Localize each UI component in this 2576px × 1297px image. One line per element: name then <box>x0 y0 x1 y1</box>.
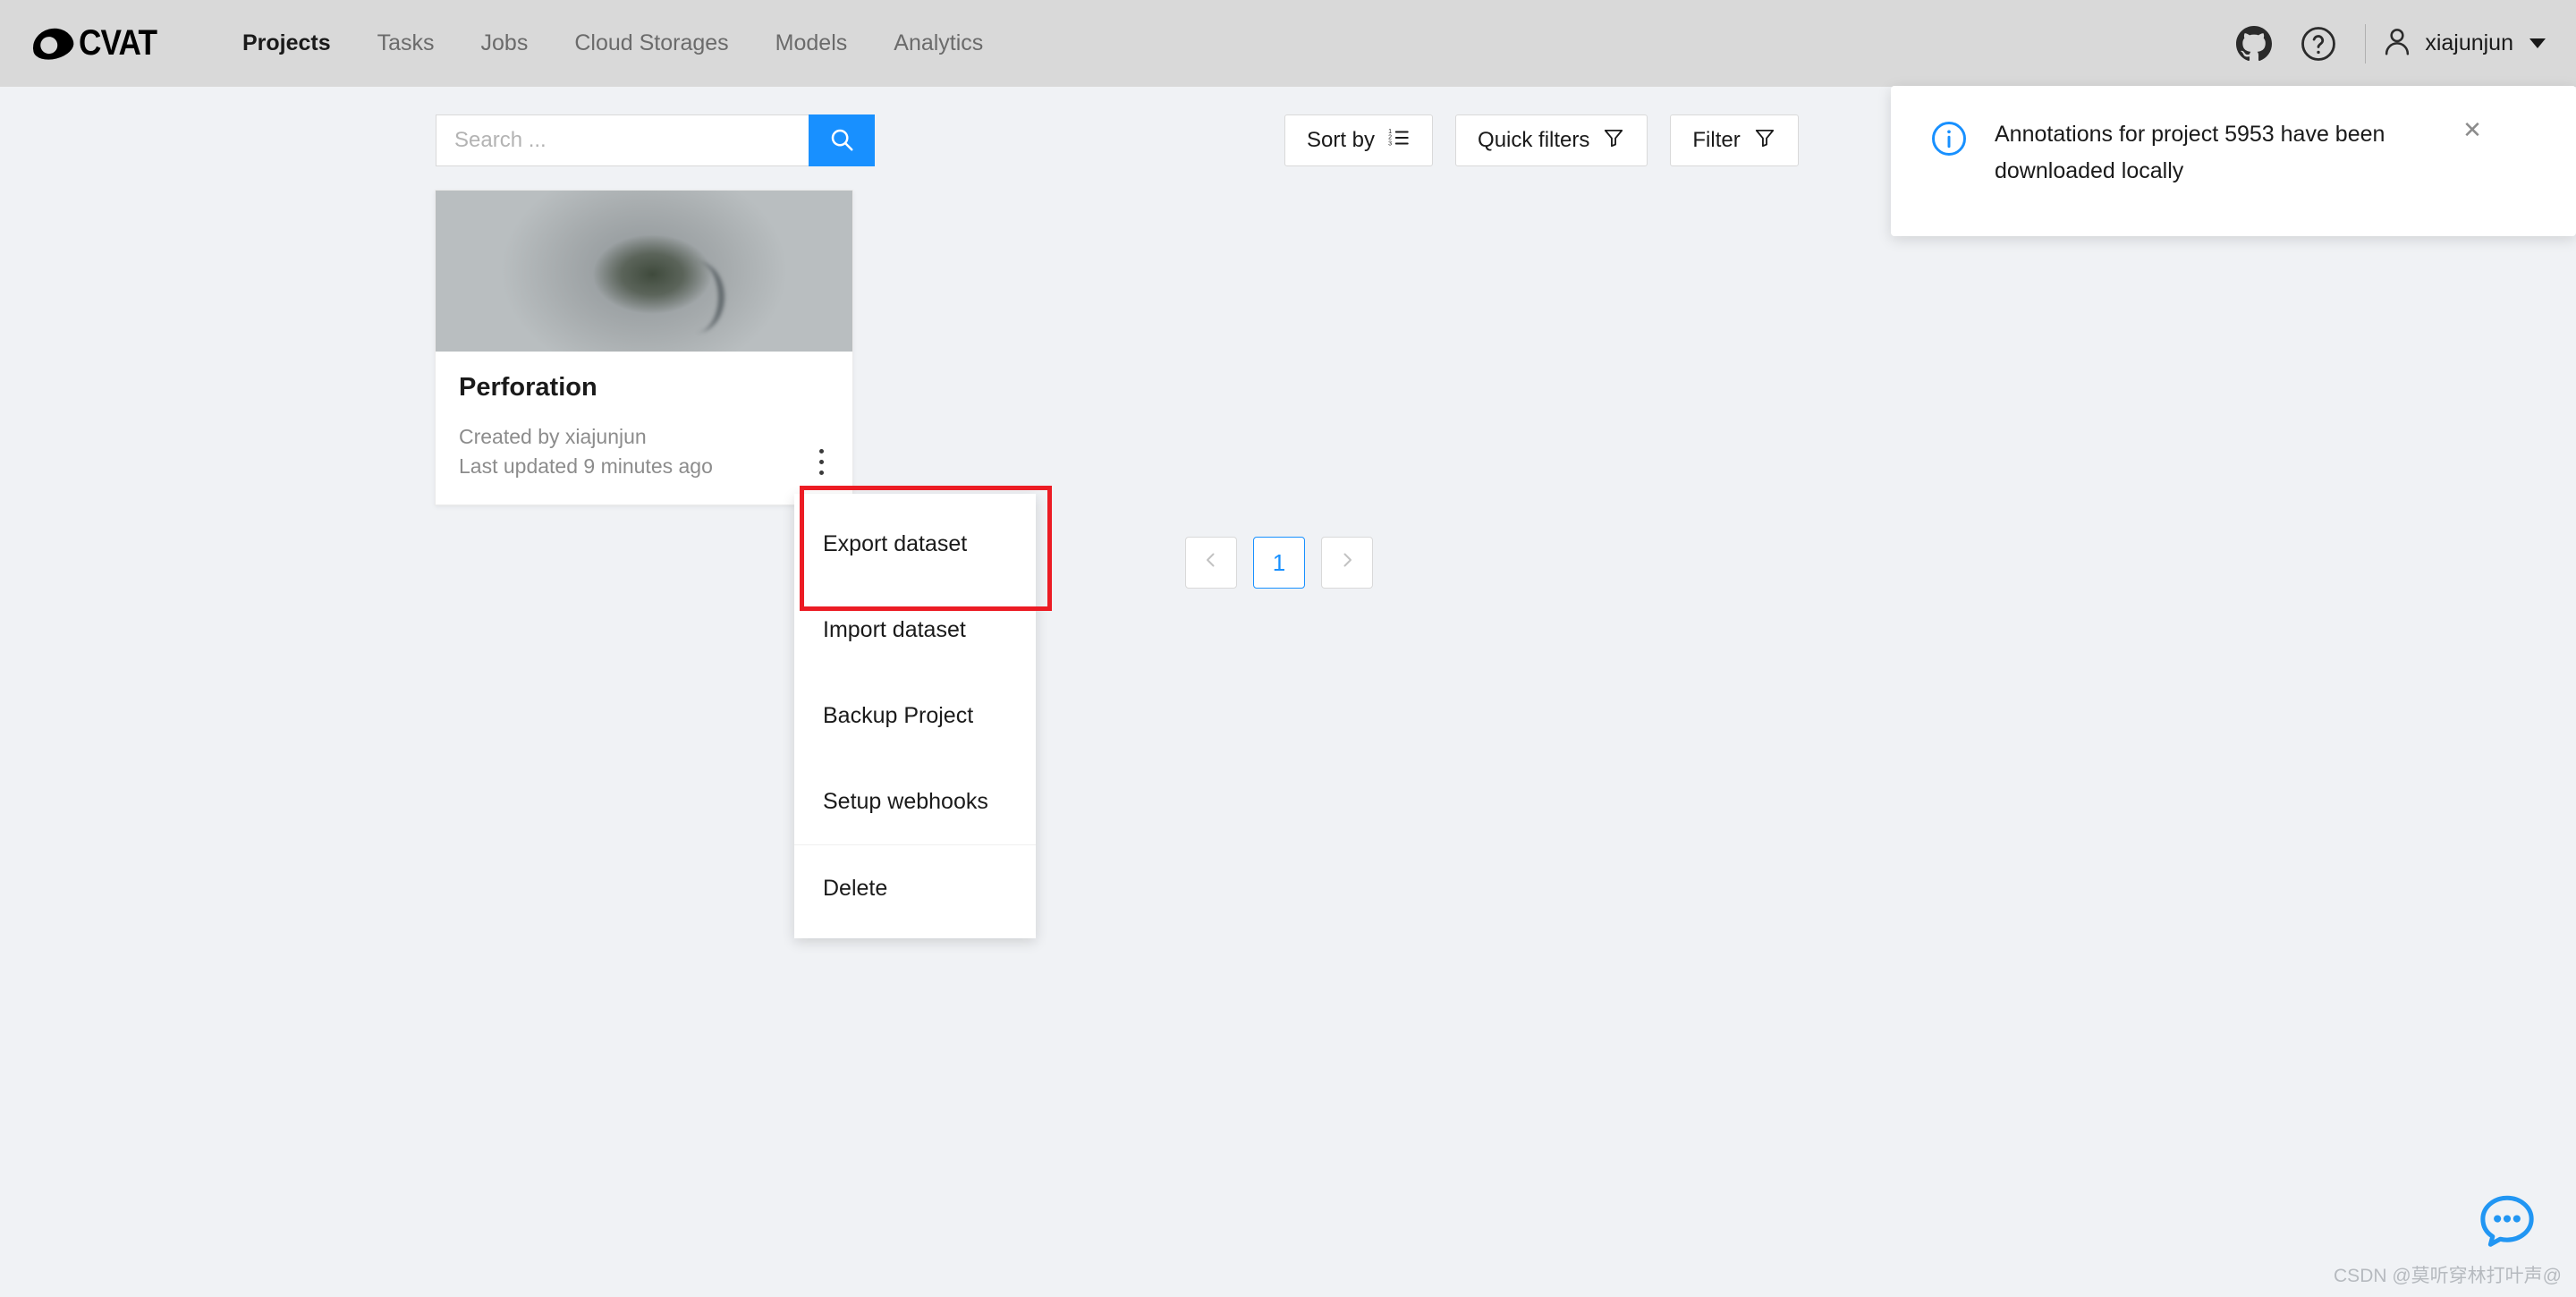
pagination-prev-button[interactable] <box>1185 537 1237 589</box>
search-input[interactable] <box>436 114 809 166</box>
question-circle-icon[interactable] <box>2295 21 2342 67</box>
project-card[interactable]: Perforation Created by xiajunjun Last up… <box>435 190 853 505</box>
project-thumbnail[interactable] <box>436 191 852 352</box>
svg-text:3: 3 <box>1388 140 1392 147</box>
project-created-by: Created by xiajunjun <box>459 425 647 448</box>
github-icon[interactable] <box>2231 21 2277 67</box>
cvat-logo[interactable]: CVAT <box>29 23 167 64</box>
filter-label: Filter <box>1692 128 1741 152</box>
cvat-logo-text: CVAT <box>79 23 157 63</box>
project-card-body: Perforation Created by xiajunjun Last up… <box>436 352 852 504</box>
search-button[interactable] <box>809 114 875 166</box>
notification-toast: Annotations for project 5953 have been d… <box>1891 86 2576 236</box>
project-last-updated: Last updated 9 minutes ago <box>459 454 713 478</box>
sort-by-button[interactable]: Sort by 1 2 3 <box>1284 114 1434 166</box>
chevron-left-icon <box>1200 549 1222 577</box>
notification-message: Annotations for project 5953 have been d… <box>1995 122 2385 183</box>
funnel-icon <box>1602 126 1625 156</box>
nav-item-models[interactable]: Models <box>752 0 871 87</box>
top-header: CVAT Projects Tasks Jobs Cloud Storages … <box>0 0 2576 87</box>
header-divider <box>2365 23 2367 64</box>
menu-item-import-dataset[interactable]: Import dataset <box>794 587 1036 673</box>
nav-item-jobs[interactable]: Jobs <box>458 0 552 87</box>
list-controls: Sort by 1 2 3 Quick filters Filter <box>1284 114 1799 166</box>
user-menu[interactable]: xiajunjun <box>2380 24 2551 63</box>
quick-filters-button[interactable]: Quick filters <box>1455 114 1648 166</box>
header-actions: xiajunjun <box>2222 0 2551 87</box>
user-name-label: xiajunjun <box>2425 30 2513 55</box>
chevron-right-icon <box>1336 549 1358 577</box>
menu-item-setup-webhooks[interactable]: Setup webhooks <box>794 759 1036 844</box>
chevron-down-icon <box>2529 38 2546 48</box>
nav-item-projects[interactable]: Projects <box>219 0 354 87</box>
menu-item-export-dataset[interactable]: Export dataset <box>794 501 1036 587</box>
chat-bubble-icon[interactable] <box>2478 1194 2537 1251</box>
ordered-list-icon: 1 2 3 <box>1387 126 1411 156</box>
info-circle-icon <box>1930 120 1968 206</box>
pagination-next-button[interactable] <box>1321 537 1373 589</box>
close-icon[interactable]: ✕ <box>2460 118 2485 206</box>
project-actions-menu: Export dataset Import dataset Backup Pro… <box>794 494 1036 938</box>
csdn-watermark: CSDN @莫听穿林打叶声@ <box>2334 1266 2562 1286</box>
menu-item-delete[interactable]: Delete <box>794 845 1036 931</box>
cvat-eye-icon <box>29 23 77 64</box>
search-bar <box>436 114 875 166</box>
main-navigation: Projects Tasks Jobs Cloud Storages Model… <box>219 0 1006 87</box>
nav-item-analytics[interactable]: Analytics <box>870 0 1006 87</box>
more-vertical-icon[interactable] <box>808 444 835 479</box>
filter-button[interactable]: Filter <box>1670 114 1799 166</box>
project-title: Perforation <box>459 373 597 402</box>
pagination-page-1[interactable]: 1 <box>1253 537 1305 589</box>
nav-item-cloud-storages[interactable]: Cloud Storages <box>551 0 751 87</box>
quick-filters-label: Quick filters <box>1478 128 1590 152</box>
sort-by-label: Sort by <box>1307 128 1376 152</box>
nav-item-tasks[interactable]: Tasks <box>354 0 458 87</box>
menu-item-backup-project[interactable]: Backup Project <box>794 673 1036 759</box>
user-icon <box>2380 24 2414 63</box>
funnel-icon <box>1753 126 1776 156</box>
search-icon <box>828 126 855 156</box>
pagination: 1 <box>1185 537 1373 589</box>
